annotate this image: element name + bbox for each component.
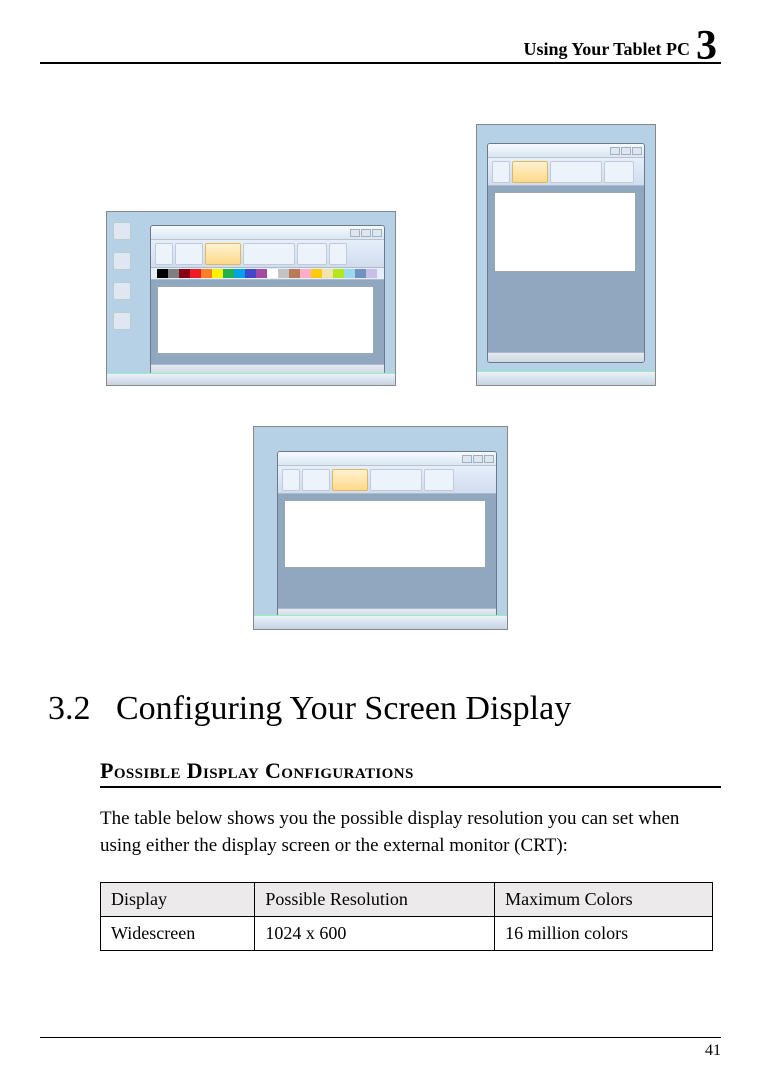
palette-swatch (267, 269, 278, 278)
paint-window (487, 143, 645, 363)
paint-canvas-area (151, 280, 384, 364)
taskbar (254, 615, 507, 629)
screenshot-landscape (106, 211, 396, 386)
paint-window (277, 451, 497, 619)
blank-canvas (284, 500, 486, 568)
screenshot-gallery (60, 124, 701, 630)
taskbar (107, 373, 395, 385)
palette-swatch (355, 269, 366, 278)
screenshot-portrait (476, 124, 656, 386)
page-number: 41 (705, 1042, 721, 1059)
col-resolution: Possible Resolution (255, 882, 495, 916)
page-header: Using Your Tablet PC 3 (40, 26, 721, 64)
display-config-table: Display Possible Resolution Maximum Colo… (100, 882, 713, 951)
paint-canvas-area (488, 186, 644, 352)
minimize-icon (350, 229, 360, 237)
palette-swatch (179, 269, 190, 278)
palette-swatch (212, 269, 223, 278)
minimize-icon (610, 147, 620, 155)
ribbon-group (205, 243, 241, 265)
page-footer: 41 (40, 1037, 721, 1060)
ribbon-group (282, 469, 300, 491)
palette-swatch (322, 269, 333, 278)
col-colors: Maximum Colors (495, 882, 713, 916)
close-icon (484, 455, 494, 463)
maximize-icon (473, 455, 483, 463)
window-titlebar (151, 226, 384, 240)
table-header-row: Display Possible Resolution Maximum Colo… (101, 882, 713, 916)
desktop-icon (113, 312, 131, 330)
ribbon-group (370, 469, 422, 491)
ribbon-group (302, 469, 330, 491)
palette-swatch (157, 269, 168, 278)
ribbon-group (424, 469, 454, 491)
palette-swatch (333, 269, 344, 278)
cell-display: Widescreen (101, 916, 255, 950)
ribbon-group (512, 161, 548, 183)
subsection-heading: Possible Display Configurations (100, 758, 721, 788)
cell-colors: 16 million colors (495, 916, 713, 950)
palette-swatch (278, 269, 289, 278)
palette-swatch (289, 269, 300, 278)
statusbar (488, 352, 644, 362)
close-icon (372, 229, 382, 237)
screenshot-square (253, 426, 508, 630)
palette-swatch (256, 269, 267, 278)
ribbon-group (604, 161, 634, 183)
chapter-number: 3 (696, 30, 717, 64)
cell-resolution: 1024 x 600 (255, 916, 495, 950)
section-title: Configuring Your Screen Display (116, 690, 571, 727)
minimize-icon (462, 455, 472, 463)
close-icon (632, 147, 642, 155)
taskbar (477, 371, 655, 385)
palette-swatch (311, 269, 322, 278)
blank-canvas (494, 192, 636, 272)
palette-swatch (245, 269, 256, 278)
section-heading: 3.2 Configuring Your Screen Display (48, 690, 721, 728)
color-palette (151, 268, 384, 280)
palette-swatch (300, 269, 311, 278)
palette-swatch (168, 269, 179, 278)
window-titlebar (278, 452, 496, 466)
palette-swatch (234, 269, 245, 278)
ribbon-group (492, 161, 510, 183)
ribbon-group (332, 469, 368, 491)
maximize-icon (621, 147, 631, 155)
table-row: Widescreen 1024 x 600 16 million colors (101, 916, 713, 950)
palette-swatch (223, 269, 234, 278)
window-titlebar (488, 144, 644, 158)
palette-swatch (201, 269, 212, 278)
header-title: Using Your Tablet PC (523, 39, 690, 60)
ribbon-group (550, 161, 602, 183)
paint-window (150, 225, 385, 375)
ribbon-group (297, 243, 327, 265)
paint-canvas-area (278, 494, 496, 608)
palette-swatch (344, 269, 355, 278)
ribbon-toolbar (278, 466, 496, 494)
ribbon-group (329, 243, 347, 265)
ribbon-group (243, 243, 295, 265)
desktop-icon (113, 282, 131, 300)
ribbon-toolbar (488, 158, 644, 186)
desktop-icon (113, 222, 131, 240)
intro-paragraph: The table below shows you the possible d… (100, 806, 713, 860)
desktop-icons (113, 222, 131, 330)
palette-swatch (366, 269, 377, 278)
ribbon-toolbar (151, 240, 384, 268)
palette-swatch (190, 269, 201, 278)
maximize-icon (361, 229, 371, 237)
blank-canvas (157, 286, 374, 354)
desktop-icon (113, 252, 131, 270)
ribbon-group (175, 243, 203, 265)
ribbon-group (155, 243, 173, 265)
section-number: 3.2 (48, 690, 91, 727)
col-display: Display (101, 882, 255, 916)
